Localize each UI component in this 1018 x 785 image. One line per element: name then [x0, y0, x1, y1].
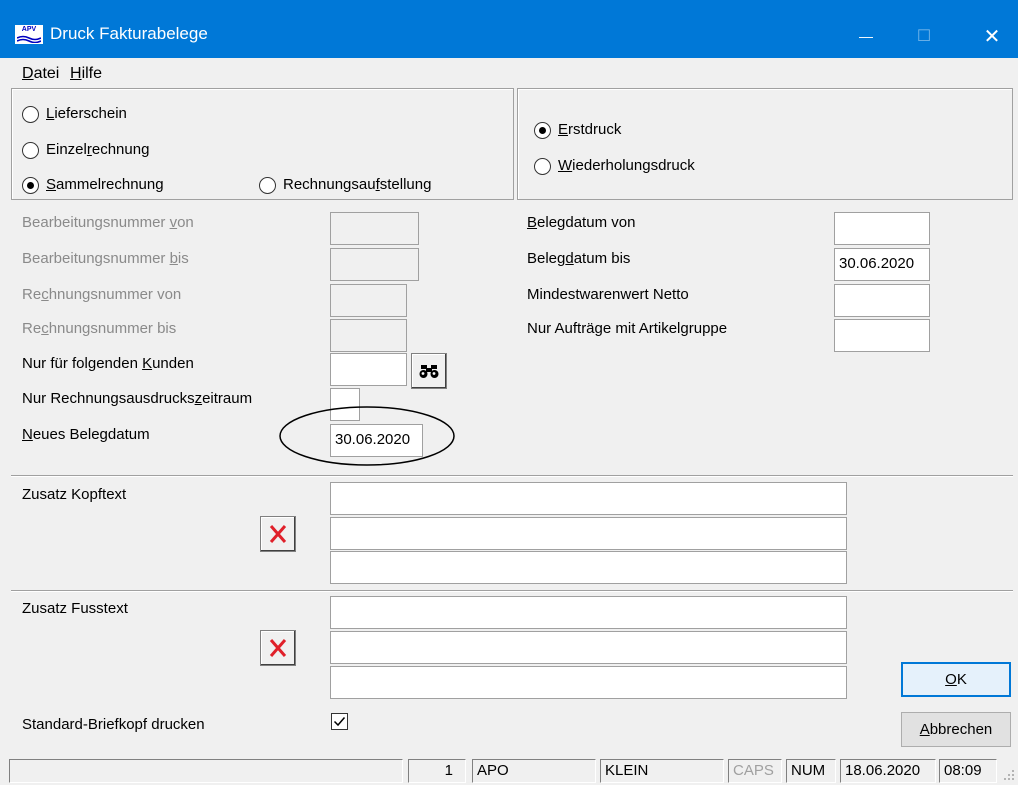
status-bar: 1 APO KLEIN CAPS NUM 18.06.2020 08:09	[0, 757, 1018, 785]
maximize-button[interactable]: ☐	[898, 14, 950, 58]
artikelgruppe-input[interactable]	[834, 319, 930, 352]
customer-search-button[interactable]	[411, 353, 447, 389]
label-mindestwarenwert: Mindestwarenwert Netto	[527, 286, 689, 303]
close-button[interactable]: ✕	[966, 14, 1018, 58]
radio-label: Einzelrechnung	[46, 141, 150, 158]
radio-circle[interactable]	[22, 142, 39, 159]
rechnungsnummer-von-input[interactable]	[330, 284, 407, 317]
print-mode-group	[517, 88, 1013, 200]
status-number: 1	[408, 759, 466, 783]
maximize-icon: ☐	[916, 28, 932, 45]
fusstext-line-2[interactable]	[330, 631, 847, 664]
close-icon: ✕	[983, 25, 1001, 48]
label-rechnungsnummer-von: Rechnungsnummer von	[22, 286, 182, 303]
label-zusatz-kopftext: Zusatz Kopftext	[22, 486, 127, 503]
clear-kopftext-button[interactable]	[260, 516, 296, 552]
resize-grip-icon[interactable]	[1001, 767, 1015, 781]
standard-briefkopf-checkbox[interactable]	[331, 713, 348, 730]
minimize-button[interactable]: —	[840, 14, 892, 58]
label-standard-briefkopf: Standard-Briefkopf drucken	[22, 716, 205, 733]
app-icon-text: APV	[21, 26, 37, 33]
label-belegdatum-bis: Belegdatum bis	[527, 250, 631, 267]
bearbeitungsnummer-bis-input[interactable]	[330, 248, 419, 281]
rechnungsnummer-bis-input[interactable]	[330, 319, 407, 352]
fusstext-line-3[interactable]	[330, 666, 847, 699]
mindestwarenwert-input[interactable]	[834, 284, 930, 317]
status-date: 18.06.2020	[840, 759, 936, 783]
label-rechnungsausdruckszeitraum: Nur Rechnungsausdruckszeitraum	[22, 390, 253, 407]
label-rechnungsnummer-bis: Rechnungsnummer bis	[22, 320, 177, 337]
label-neues-belegdatum: Neues Belegdatum	[22, 426, 150, 443]
title-bar[interactable]: APV Druck Fakturabelege — ☐ ✕	[0, 0, 1018, 58]
status-caps: CAPS	[728, 759, 782, 783]
menu-bar: Datei Hilfe	[0, 58, 1018, 88]
radio-circle[interactable]	[259, 177, 276, 194]
menu-datei[interactable]: Datei	[22, 65, 59, 83]
radio-circle[interactable]	[22, 106, 39, 123]
highlight-ellipse	[279, 406, 455, 466]
radio-circle[interactable]	[22, 177, 39, 194]
radio-label: Wiederholungsdruck	[558, 157, 695, 174]
label-kunden: Nur für folgenden Kunden	[22, 355, 194, 372]
status-apo: APO	[472, 759, 596, 783]
label-bearbeitungsnummer-bis: Bearbeitungsnummer bis	[22, 250, 189, 267]
clear-fusstext-button[interactable]	[260, 630, 296, 666]
label-artikelgruppe: Nur Aufträge mit Artikelgruppe	[527, 320, 728, 337]
belegdatum-bis-input[interactable]: 30.06.2020	[834, 248, 930, 281]
status-num: NUM	[786, 759, 836, 783]
radio-label: Sammelrechnung	[46, 176, 164, 193]
status-time: 08:09	[939, 759, 997, 783]
radio-label: Rechnungsaufstellung	[283, 176, 432, 193]
checkmark-icon	[333, 717, 346, 727]
red-x-icon	[269, 525, 287, 543]
fusstext-line-1[interactable]	[330, 596, 847, 629]
kopftext-line-2[interactable]	[330, 517, 847, 550]
belegdatum-von-input[interactable]	[834, 212, 930, 245]
label-belegdatum-von: Belegdatum von	[527, 214, 636, 231]
binoculars-icon	[419, 365, 439, 378]
radio-circle[interactable]	[534, 158, 551, 175]
ok-button[interactable]: OK	[901, 662, 1011, 697]
minimize-icon: —	[859, 28, 873, 44]
cancel-button[interactable]: Abbrechen	[901, 712, 1011, 747]
status-user: KLEIN	[600, 759, 724, 783]
radio-circle[interactable]	[534, 122, 551, 139]
app-icon: APV	[15, 25, 43, 44]
separator	[11, 590, 1013, 592]
radio-label: Lieferschein	[46, 105, 127, 122]
bearbeitungsnummer-von-input[interactable]	[330, 212, 419, 245]
label-zusatz-fusstext: Zusatz Fusstext	[22, 600, 128, 617]
app-icon-wave	[17, 35, 41, 43]
red-x-icon	[269, 639, 287, 657]
menu-hilfe[interactable]: Hilfe	[70, 65, 102, 83]
radio-label: Erstdruck	[558, 121, 622, 138]
status-message	[9, 759, 403, 783]
kopftext-line-1[interactable]	[330, 482, 847, 515]
window-title: Druck Fakturabelege	[50, 24, 208, 43]
separator	[11, 475, 1013, 477]
label-bearbeitungsnummer-von: Bearbeitungsnummer von	[22, 214, 194, 231]
kunden-input[interactable]	[330, 353, 407, 386]
kopftext-line-3[interactable]	[330, 551, 847, 584]
